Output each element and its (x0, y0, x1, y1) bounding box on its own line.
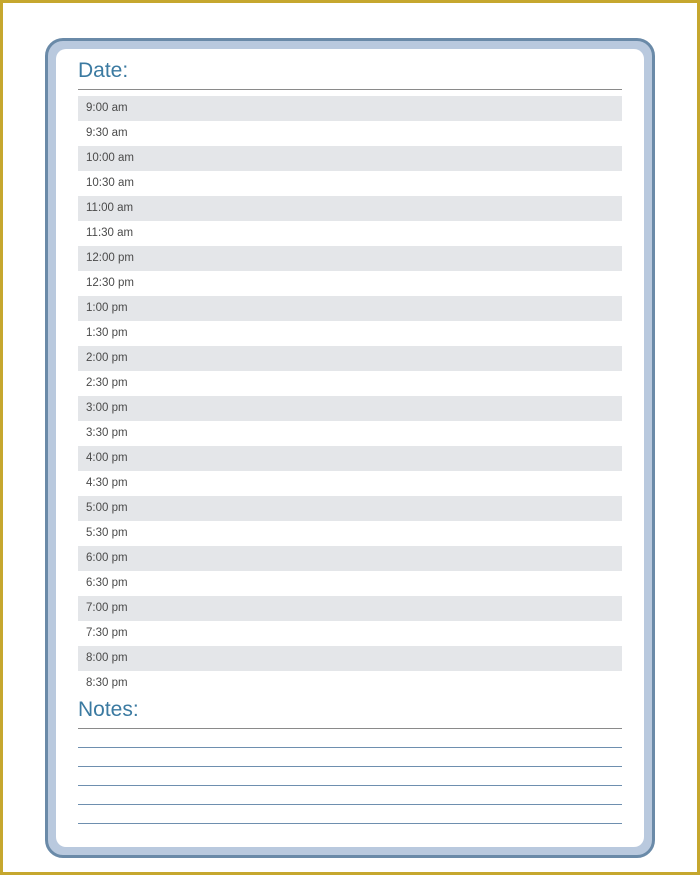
time-row[interactable]: 6:00 pm (78, 546, 622, 571)
time-row[interactable]: 1:00 pm (78, 296, 622, 321)
time-row[interactable]: 12:00 pm (78, 246, 622, 271)
planner-card: Date: 9:00 am9:30 am10:00 am10:30 am11:0… (45, 38, 655, 858)
note-line[interactable] (78, 823, 622, 824)
time-row[interactable]: 12:30 pm (78, 271, 622, 296)
time-row[interactable]: 7:00 pm (78, 596, 622, 621)
time-row[interactable]: 9:00 am (78, 96, 622, 121)
time-row[interactable]: 11:00 am (78, 196, 622, 221)
time-row[interactable]: 2:30 pm (78, 371, 622, 396)
time-row[interactable]: 5:00 pm (78, 496, 622, 521)
time-row[interactable]: 9:30 am (78, 121, 622, 146)
note-lines-area (78, 747, 622, 824)
page-border: Date: 9:00 am9:30 am10:00 am10:30 am11:0… (0, 0, 700, 875)
note-line[interactable] (78, 747, 622, 748)
notes-section: Notes: (78, 698, 622, 824)
time-row[interactable]: 11:30 am (78, 221, 622, 246)
time-row[interactable]: 8:30 pm (78, 671, 622, 696)
time-row[interactable]: 1:30 pm (78, 321, 622, 346)
date-heading: Date: (78, 59, 622, 85)
time-row[interactable]: 2:00 pm (78, 346, 622, 371)
time-row[interactable]: 3:00 pm (78, 396, 622, 421)
time-row[interactable]: 7:30 pm (78, 621, 622, 646)
time-row[interactable]: 4:30 pm (78, 471, 622, 496)
notes-heading-underline (78, 728, 622, 729)
time-row[interactable]: 6:30 pm (78, 571, 622, 596)
time-row[interactable]: 10:30 am (78, 171, 622, 196)
time-row[interactable]: 10:00 am (78, 146, 622, 171)
note-line[interactable] (78, 766, 622, 767)
date-heading-underline (78, 89, 622, 90)
planner-inner: Date: 9:00 am9:30 am10:00 am10:30 am11:0… (56, 49, 644, 847)
notes-heading: Notes: (78, 698, 622, 724)
time-row[interactable]: 5:30 pm (78, 521, 622, 546)
note-line[interactable] (78, 804, 622, 805)
time-slots-list: 9:00 am9:30 am10:00 am10:30 am11:00 am11… (78, 96, 622, 696)
time-row[interactable]: 8:00 pm (78, 646, 622, 671)
time-row[interactable]: 4:00 pm (78, 446, 622, 471)
time-row[interactable]: 3:30 pm (78, 421, 622, 446)
note-line[interactable] (78, 785, 622, 786)
